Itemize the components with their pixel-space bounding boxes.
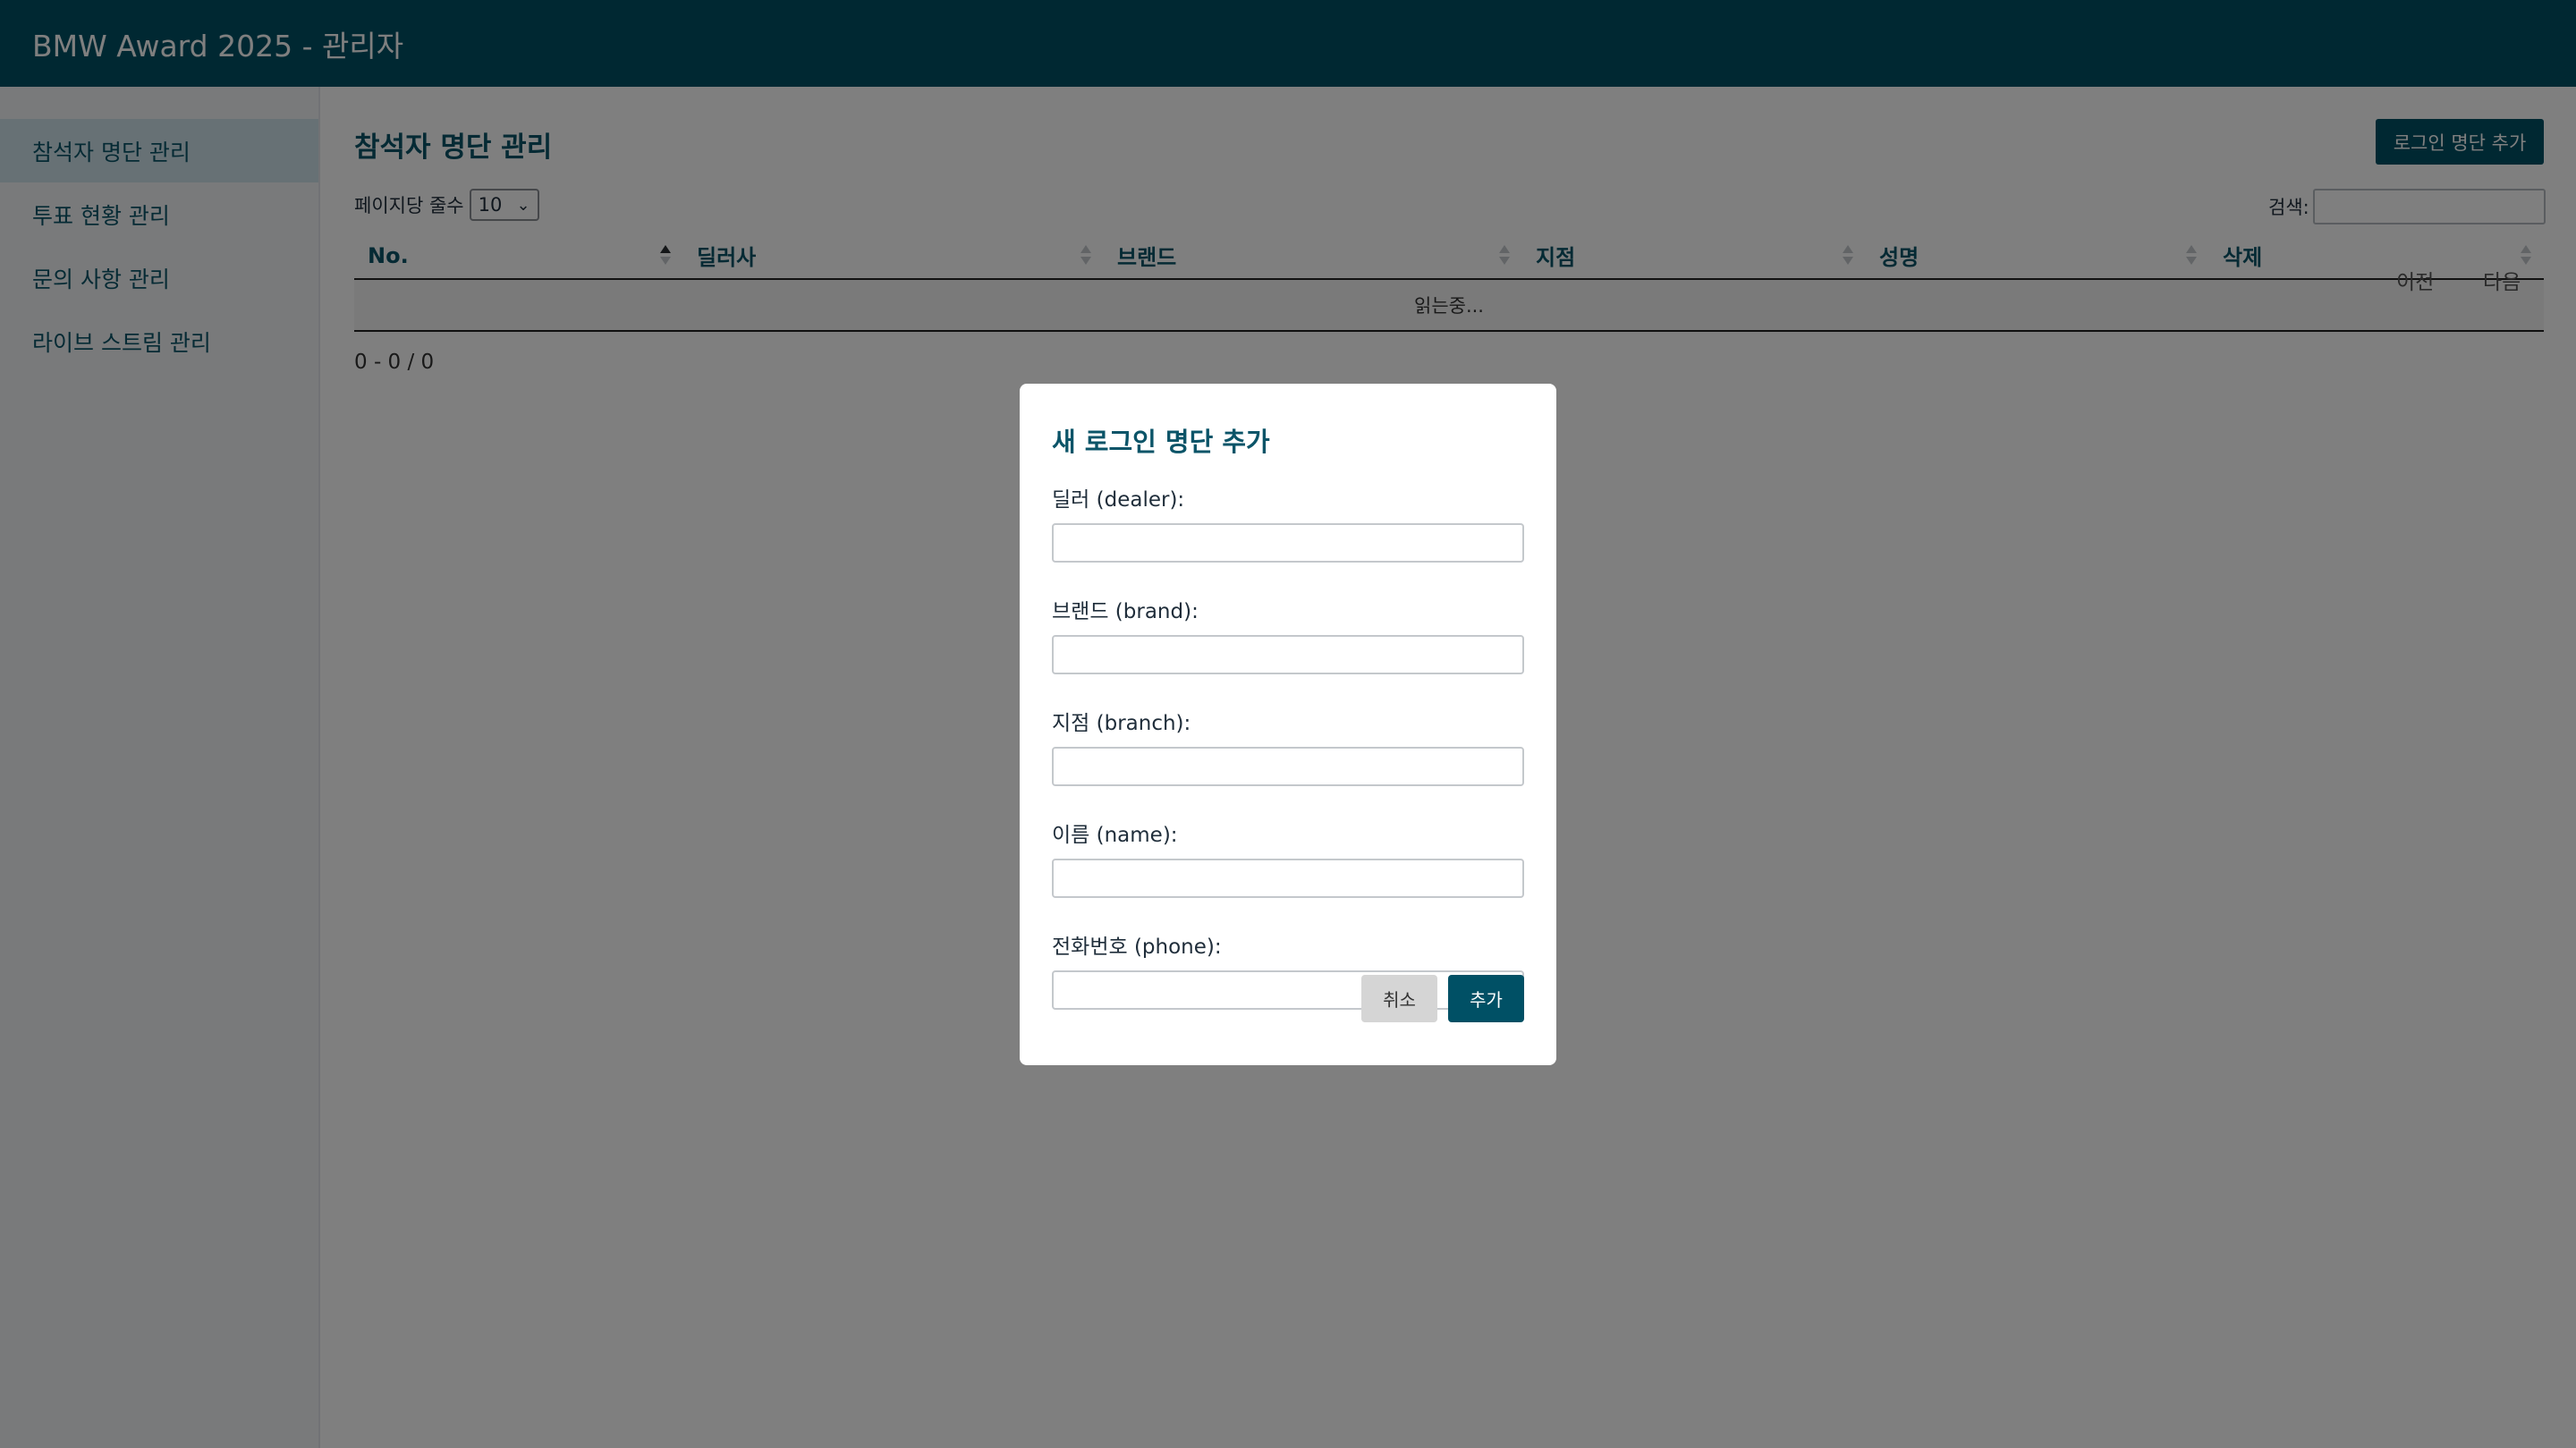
add-login-modal: 새 로그인 명단 추가 딜러 (dealer): 브랜드 (brand): 지점… — [1020, 384, 1556, 1065]
name-input[interactable] — [1052, 859, 1524, 898]
branch-input[interactable] — [1052, 747, 1524, 786]
modal-title: 새 로그인 명단 추가 — [1052, 427, 1270, 457]
phone-label: 전화번호 (phone): — [1052, 936, 1222, 959]
branch-field-group: 지점 (branch): — [1052, 706, 1524, 786]
dealer-label: 딜러 (dealer): — [1052, 488, 1185, 512]
add-button[interactable]: 추가 — [1448, 975, 1524, 1022]
modal-actions: 취소 추가 — [1361, 975, 1524, 1022]
brand-label: 브랜드 (brand): — [1052, 600, 1199, 623]
brand-input[interactable] — [1052, 635, 1524, 674]
branch-label: 지점 (branch): — [1052, 712, 1191, 735]
dealer-field-group: 딜러 (dealer): — [1052, 482, 1524, 563]
dealer-input[interactable] — [1052, 523, 1524, 563]
name-label: 이름 (name): — [1052, 824, 1178, 847]
name-field-group: 이름 (name): — [1052, 817, 1524, 898]
brand-field-group: 브랜드 (brand): — [1052, 594, 1524, 674]
cancel-button[interactable]: 취소 — [1361, 975, 1437, 1022]
